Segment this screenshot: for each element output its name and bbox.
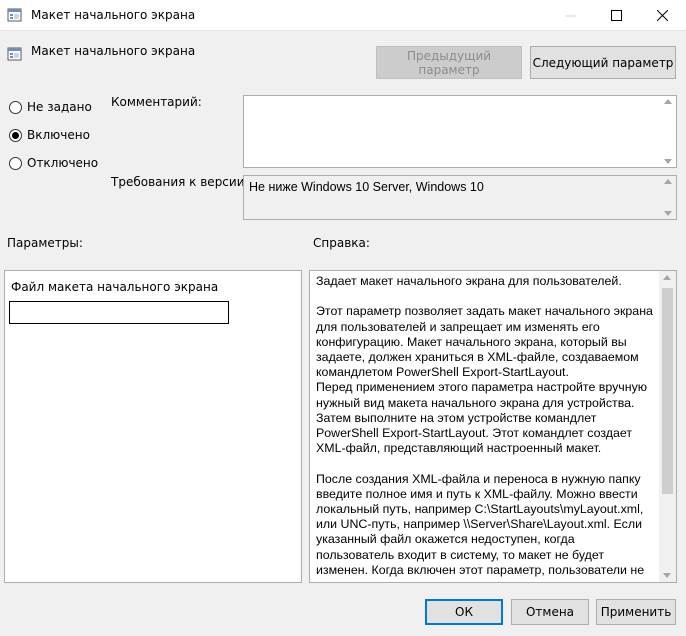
close-icon bbox=[656, 10, 668, 21]
supported-on-label: Требования к версии: bbox=[111, 175, 249, 189]
help-paragraph: Задает макет начального экрана для польз… bbox=[316, 274, 622, 288]
radio-label: Отключено bbox=[27, 156, 99, 170]
ok-button[interactable]: ОК bbox=[425, 599, 503, 625]
minimize-button[interactable] bbox=[549, 0, 593, 31]
minimize-icon bbox=[566, 15, 576, 16]
help-paragraph: Этот параметр позволяет задать макет нач… bbox=[316, 304, 653, 380]
options-panel: Файл макета начального экрана bbox=[4, 270, 302, 583]
previous-setting-button[interactable]: Предыдущий параметр bbox=[376, 46, 522, 79]
radio-disabled[interactable]: Отключено bbox=[9, 156, 98, 170]
help-scrollbar[interactable] bbox=[659, 271, 676, 582]
radio-label: Включено bbox=[27, 128, 90, 142]
help-text: Задает макет начального экрана для польз… bbox=[316, 274, 656, 582]
supported-on-scrollbar[interactable] bbox=[664, 179, 673, 216]
supported-on-value: Не ниже Windows 10 Server, Windows 10 bbox=[249, 180, 484, 194]
help-label: Справка: bbox=[313, 236, 370, 250]
start-layout-file-input[interactable] bbox=[9, 301, 229, 324]
start-layout-file-label: Файл макета начального экрана bbox=[11, 280, 219, 294]
help-paragraph: Перед применением этого параметра настро… bbox=[316, 380, 648, 456]
apply-button[interactable]: Применить bbox=[596, 599, 676, 625]
scroll-up-icon[interactable] bbox=[664, 99, 672, 104]
radio-label: Не задано bbox=[27, 100, 92, 114]
radio-enabled[interactable]: Включено bbox=[9, 128, 90, 142]
maximize-icon bbox=[610, 10, 622, 21]
policy-name: Макет начального экрана bbox=[31, 44, 196, 58]
radio-not-configured[interactable]: Не задано bbox=[9, 100, 92, 114]
radio-circle[interactable] bbox=[9, 156, 22, 170]
close-button[interactable] bbox=[640, 0, 684, 31]
help-paragraph: После создания XML-файла и переноса в ну… bbox=[316, 471, 645, 582]
policy-window-icon bbox=[7, 7, 23, 26]
next-setting-button[interactable]: Следующий параметр bbox=[530, 46, 676, 79]
scroll-down-icon[interactable] bbox=[664, 211, 672, 216]
scroll-down-icon[interactable] bbox=[664, 159, 672, 164]
comment-textarea[interactable] bbox=[243, 95, 677, 168]
scroll-up-icon[interactable] bbox=[664, 179, 672, 184]
title-bar: Макет начального экрана bbox=[0, 0, 686, 31]
help-panel: Задает макет начального экрана для польз… bbox=[309, 270, 677, 583]
scrollbar-thumb[interactable] bbox=[662, 288, 673, 494]
radio-circle-selected[interactable] bbox=[9, 128, 22, 142]
cancel-button[interactable]: Отмена bbox=[511, 599, 589, 625]
radio-circle[interactable] bbox=[9, 100, 22, 114]
options-label: Параметры: bbox=[7, 236, 83, 250]
window-title: Макет начального экрана bbox=[31, 8, 196, 22]
comment-scrollbar[interactable] bbox=[664, 99, 673, 164]
policy-setting-icon bbox=[7, 46, 23, 65]
scroll-down-icon[interactable] bbox=[663, 573, 671, 578]
maximize-button[interactable] bbox=[594, 0, 638, 31]
supported-on-field: Не ниже Windows 10 Server, Windows 10 bbox=[243, 175, 677, 220]
comment-label: Комментарий: bbox=[111, 95, 202, 109]
scroll-up-icon[interactable] bbox=[663, 275, 671, 280]
